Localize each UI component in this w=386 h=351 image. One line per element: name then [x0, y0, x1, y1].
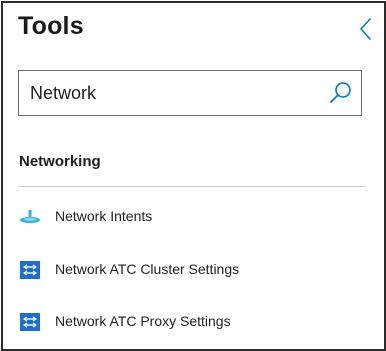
search-input[interactable] [30, 80, 320, 106]
panel-title: Tools [18, 12, 84, 40]
tool-item-network-atc-cluster-settings[interactable]: Network ATC Cluster Settings [19, 255, 364, 285]
tool-item-label: Network ATC Cluster Settings [55, 261, 240, 277]
section-divider [18, 186, 366, 187]
tool-item-network-atc-proxy-settings[interactable]: Network ATC Proxy Settings [19, 307, 364, 337]
tool-item-network-intents[interactable]: Network Intents [19, 202, 364, 232]
network-intents-icon [20, 210, 40, 224]
network-atc-icon [20, 261, 40, 279]
collapse-panel-button[interactable] [355, 15, 377, 43]
tools-panel: Tools Networking Network Intents [1, 1, 386, 351]
section-header-networking: Networking [19, 153, 101, 170]
network-atc-icon [20, 313, 40, 331]
search-button[interactable] [327, 79, 355, 107]
tool-item-label: Network Intents [55, 208, 153, 224]
chevron-left-icon [360, 18, 371, 40]
search-icon [330, 82, 351, 103]
search-box [18, 70, 362, 116]
tool-item-label: Network ATC Proxy Settings [55, 313, 231, 329]
